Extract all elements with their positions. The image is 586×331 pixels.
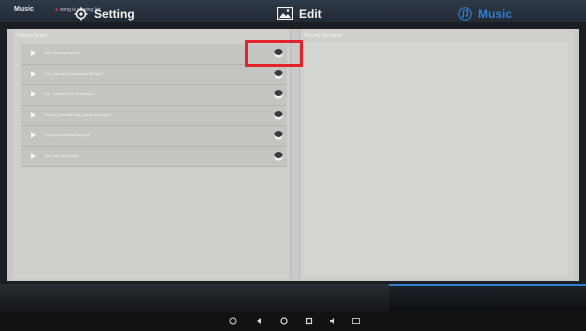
volume-up-icon[interactable] — [329, 317, 337, 325]
tab-music-background — [389, 284, 586, 313]
main-area: Playlist Music 001 Something text 01 I j… — [7, 29, 579, 281]
playing-list-area — [304, 43, 568, 275]
track-name: 06 Love Story.mp3 — [45, 152, 79, 158]
track-name: 03 and_the last time_yaras mait.mp3 — [45, 111, 111, 117]
track-name: 01 - funker's sound list.mp3 — [45, 91, 94, 96]
tab-music-label: Music — [478, 6, 513, 21]
play-icon[interactable] — [31, 111, 36, 118]
track-name: 001 Something text — [45, 50, 80, 55]
playing-title: Playing list music — [304, 33, 343, 39]
track-list: 001 Something text 01 I just lost think … — [21, 44, 287, 167]
track-row[interactable]: 04 good evening list.mp3 — [21, 126, 287, 147]
play-icon[interactable] — [31, 91, 36, 97]
home-icon[interactable] — [280, 317, 288, 325]
gear-icon — [74, 7, 88, 21]
playlist-panel: Playlist Music 001 Something text 01 I j… — [13, 29, 291, 279]
track-row[interactable]: 01 - funker's sound list.mp3 — [21, 85, 287, 106]
track-row[interactable]: 06 Love Story.mp3 — [21, 146, 287, 167]
add-toggle-icon[interactable] — [274, 110, 283, 120]
screenshot-icon[interactable] — [352, 317, 360, 325]
track-row[interactable]: 01 I just lost think songs list.mp3 — [21, 64, 287, 85]
image-icon — [277, 7, 293, 20]
tab-edit[interactable]: Edit — [277, 0, 322, 27]
tab-edit-label: Edit — [299, 6, 322, 21]
recent-apps-icon[interactable] — [305, 317, 313, 325]
music-note-icon — [458, 6, 472, 21]
play-icon[interactable] — [31, 152, 36, 159]
volume-down-icon[interactable] — [229, 317, 237, 325]
status-dot-icon: ● — [55, 7, 59, 13]
play-icon[interactable] — [31, 132, 36, 138]
add-toggle-icon[interactable] — [274, 69, 283, 79]
track-row[interactable]: 001 Something text — [21, 44, 287, 65]
playing-panel: Playing list music — [299, 29, 574, 279]
play-icon[interactable] — [31, 70, 36, 77]
add-toggle-icon[interactable] — [274, 90, 283, 99]
tab-music[interactable]: Music — [458, 0, 512, 27]
play-icon[interactable] — [31, 50, 36, 56]
app-title: Music — [14, 6, 34, 13]
add-toggle-icon[interactable] — [274, 151, 283, 161]
add-toggle-icon[interactable] — [274, 131, 283, 140]
playlist-title: Playlist Music — [17, 33, 48, 39]
track-name: 04 good evening list.mp3 — [45, 132, 90, 137]
tab-setting-label: Setting — [94, 6, 135, 21]
track-name: 01 I just lost think songs list.mp3 — [45, 70, 103, 76]
system-nav-bar — [0, 311, 586, 331]
back-icon[interactable] — [255, 317, 263, 325]
track-row[interactable]: 03 and_the last time_yaras mait.mp3 — [21, 105, 287, 126]
tab-setting[interactable]: Setting — [74, 0, 135, 27]
add-toggle-icon[interactable] — [274, 49, 283, 58]
